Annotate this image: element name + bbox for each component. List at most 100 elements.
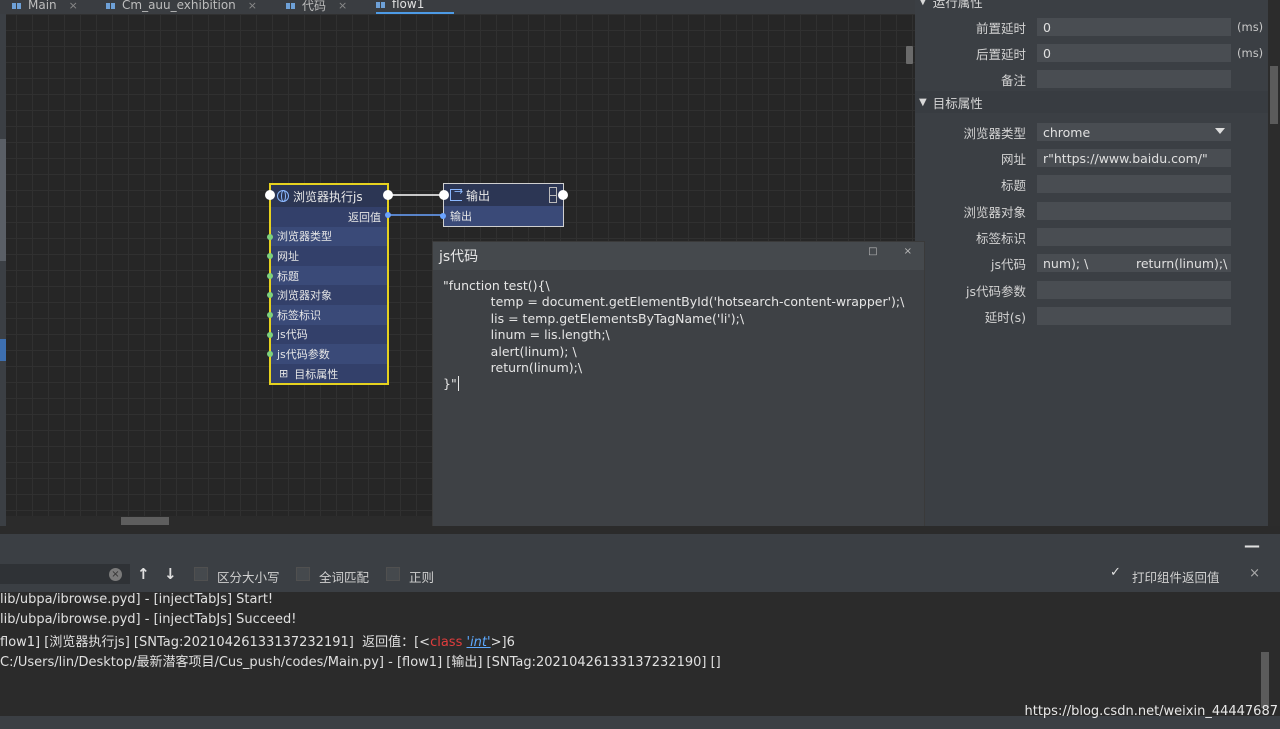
collapse-icon[interactable]: ▼	[919, 0, 927, 7]
pre-delay-input[interactable]: 0	[1037, 18, 1231, 36]
node-flow-out-port[interactable]	[383, 190, 393, 200]
properties-scrollbar[interactable]	[1270, 66, 1278, 124]
prop-label: 延时(s)	[984, 309, 1026, 325]
close-icon[interactable]: ×	[1249, 566, 1260, 581]
log-type-link[interactable]: 'int'	[467, 635, 491, 650]
popup-window-controls: □ ×	[868, 246, 912, 257]
browser-type-select[interactable]: chrome	[1037, 123, 1231, 141]
port-label: 输出	[450, 210, 472, 223]
node-header[interactable]: 浏览器执行js	[271, 185, 387, 207]
app-window: Main × Cm_auu_exhibition × 代码 × flow1 浏览…	[0, 0, 1280, 729]
port-label: 浏览器对象	[277, 289, 332, 303]
url-input[interactable]: r"https://www.baidu.com/"	[1037, 149, 1231, 167]
section-target-properties[interactable]: ▼ 目标属性	[915, 91, 1268, 113]
prop-browser-object: 浏览器对象	[915, 200, 1268, 222]
watermark-text: https://blog.csdn.net/weixin_44447687	[1024, 704, 1278, 719]
globe-icon	[277, 190, 289, 202]
collapse-icon[interactable]: ▼	[919, 97, 927, 108]
arrow-up-icon[interactable]: ↑	[137, 565, 150, 583]
node-title: 输出	[466, 188, 491, 203]
title-input[interactable]	[1037, 175, 1231, 193]
node-header[interactable]: 输出	[444, 184, 563, 206]
port-dot[interactable]	[440, 213, 446, 219]
node-input-js-params[interactable]: js代码参数	[267, 344, 387, 364]
log-line: C:/Users/lin/Desktop/最新潜客项目/Cus_push/cod…	[0, 655, 721, 670]
port-dot[interactable]	[267, 272, 273, 279]
node-input-browser-object[interactable]: 浏览器对象	[267, 285, 387, 305]
node-flow-in-port[interactable]	[439, 190, 449, 200]
node-expand-target-props[interactable]: ⊞ 目标属性	[271, 363, 387, 384]
whole-word-checkbox[interactable]	[296, 567, 310, 581]
port-label: 标签标识	[277, 308, 321, 322]
remark-input[interactable]	[1037, 70, 1231, 88]
log-console[interactable]: lib/ubpa/ibrowse.pyd] - [injectTabJs] St…	[0, 592, 1260, 716]
browser-execute-js-node[interactable]: 浏览器执行js 返回值 浏览器类型 网址 标题 浏览器对象 标签标识 js代码 …	[267, 183, 389, 385]
port-dot[interactable]	[267, 253, 273, 260]
prop-pre-delay: 前置延时 0 (ms)	[915, 16, 1268, 38]
section-label: 目标属性	[294, 367, 339, 381]
chevron-down-icon	[1215, 128, 1225, 134]
output-icon	[450, 185, 463, 201]
properties-scrollbar-track	[1268, 0, 1280, 526]
arrow-down-icon[interactable]: ↓	[164, 565, 177, 583]
port-label: 浏览器类型	[277, 230, 332, 244]
log-toolbar: × ↑ ↓ 区分大小写 全词匹配 正则 ✓ 打印组件返回值 ×	[0, 556, 1280, 592]
prop-label: 标签标识	[975, 230, 1026, 246]
prop-label: 标题	[1000, 177, 1026, 193]
select-value: chrome	[1043, 124, 1091, 140]
node-input-browser-type[interactable]: 浏览器类型	[267, 226, 387, 247]
node-flow-out-port[interactable]	[558, 190, 568, 200]
maximize-icon[interactable]: □	[868, 246, 877, 257]
properties-panel: ▼ 运行属性 前置延时 0 (ms) 后置延时 0 (ms) 备注 ▼ 目标属性…	[915, 0, 1268, 526]
delay-input[interactable]	[1037, 307, 1231, 325]
clear-search-icon[interactable]: ×	[109, 568, 122, 581]
console-scrollbar[interactable]	[1261, 652, 1269, 708]
popup-header[interactable]: js代码	[433, 242, 924, 270]
checkbox-label: 区分大小写	[217, 570, 280, 585]
tag-input[interactable]	[1037, 228, 1231, 246]
prop-browser-type: 浏览器类型 chrome	[915, 121, 1268, 143]
node-input-title[interactable]: 标题	[267, 265, 387, 286]
prop-js-params: js代码参数	[915, 279, 1268, 301]
output-node[interactable]: 输出 输出	[440, 183, 564, 227]
node-input-js-code[interactable]: js代码	[267, 324, 387, 345]
js-code-input[interactable]: num); \ return(linum);\ }"	[1037, 254, 1231, 272]
return-port-dot[interactable]	[385, 212, 391, 218]
case-sensitive-checkbox[interactable]	[194, 567, 208, 581]
port-label: js代码	[277, 328, 308, 342]
port-dot[interactable]	[267, 292, 273, 299]
log-panel-header: —	[0, 534, 1280, 556]
regex-checkbox[interactable]	[386, 567, 400, 581]
section-run-properties[interactable]: ▼ 运行属性	[915, 0, 1268, 12]
prop-label: js代码	[991, 256, 1026, 272]
port-dot[interactable]	[267, 311, 273, 318]
port-dot[interactable]	[267, 351, 273, 358]
code-text: }"	[443, 376, 457, 392]
minimize-icon[interactable]: —	[1244, 536, 1260, 555]
close-icon[interactable]: ×	[904, 246, 912, 257]
print-return-checkbox[interactable]: ✓	[1110, 565, 1121, 580]
port-label: 网址	[277, 249, 299, 263]
code-line: temp = document.getElementById('hotsearc…	[443, 294, 905, 310]
js-params-input[interactable]	[1037, 281, 1231, 299]
node-flow-in-port[interactable]	[265, 190, 275, 200]
node-input-url[interactable]: 网址	[267, 246, 387, 266]
code-line: linum = lis.length;\	[443, 327, 610, 343]
port-label: 返回值	[348, 210, 381, 224]
panel-divider[interactable]	[0, 526, 1280, 534]
log-text: >]6	[490, 635, 515, 650]
section-title: 目标属性	[932, 95, 983, 111]
post-delay-input[interactable]: 0	[1037, 44, 1231, 62]
text-cursor	[457, 376, 459, 392]
port-dot[interactable]	[267, 331, 273, 338]
node-menu-icon[interactable]	[549, 187, 557, 203]
checkbox-label: 正则	[409, 570, 435, 585]
node-output-return[interactable]: 返回值	[271, 207, 387, 227]
log-line: flow1] [浏览器执行js] [SNTag:2021042613313723…	[0, 631, 515, 650]
port-dot[interactable]	[267, 233, 273, 240]
expand-icon[interactable]: ⊞	[279, 367, 288, 380]
node-input-tag[interactable]: 标签标识	[267, 304, 387, 325]
prop-title: 标题	[915, 173, 1268, 195]
node-input-output[interactable]: 输出	[440, 206, 563, 226]
browser-object-input[interactable]	[1037, 202, 1231, 220]
